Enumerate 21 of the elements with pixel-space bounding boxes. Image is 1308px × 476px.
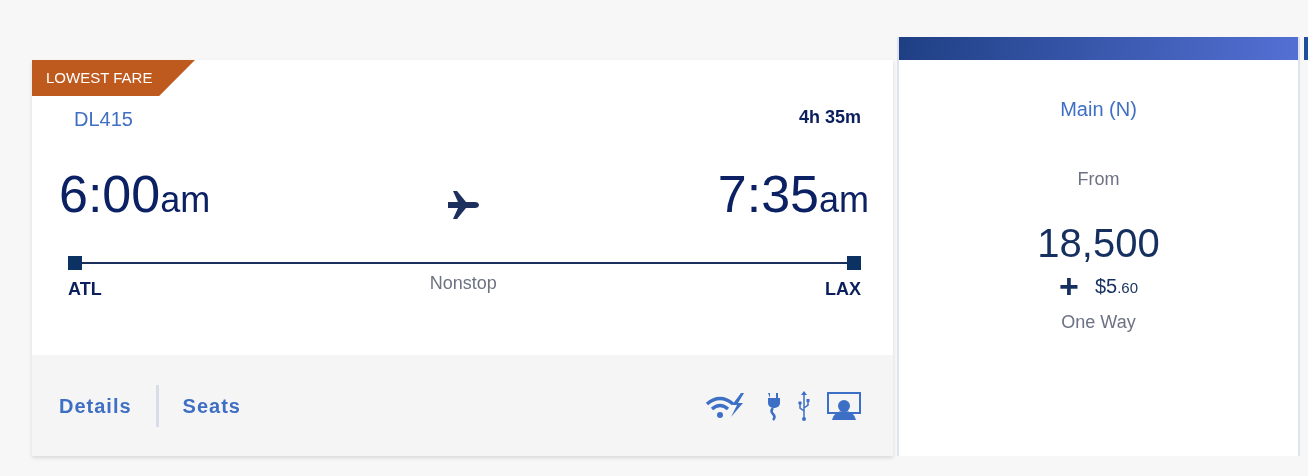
airplane-icon <box>446 190 482 220</box>
trip-type: One Way <box>1061 311 1136 334</box>
miles-price: 18,500 <box>1037 223 1160 263</box>
seats-link[interactable]: Seats <box>182 390 241 421</box>
seatback-screen-icon <box>827 390 861 421</box>
plus-sign: + <box>1059 269 1079 303</box>
origin-airport: ATL <box>68 278 102 301</box>
cash-price: $5.60 <box>1094 274 1138 299</box>
details-link[interactable]: Details <box>59 390 132 421</box>
from-label: From <box>1077 168 1120 191</box>
destination-airport: LAX <box>825 278 861 301</box>
stops-label: Nonstop <box>429 272 497 295</box>
plug-icon <box>765 390 781 421</box>
lowest-fare-badge: LOWEST FARE <box>32 60 195 96</box>
fare-class[interactable]: Main (N) <box>1060 94 1137 124</box>
arrival-time: 7:35am <box>717 168 869 220</box>
departure-time: 6:00am <box>59 168 211 220</box>
next-fare-header-bar <box>1304 37 1308 60</box>
usb-icon <box>797 390 811 421</box>
flight-duration: 4h 35m <box>798 106 861 129</box>
flight-number: DL415 <box>74 107 133 132</box>
